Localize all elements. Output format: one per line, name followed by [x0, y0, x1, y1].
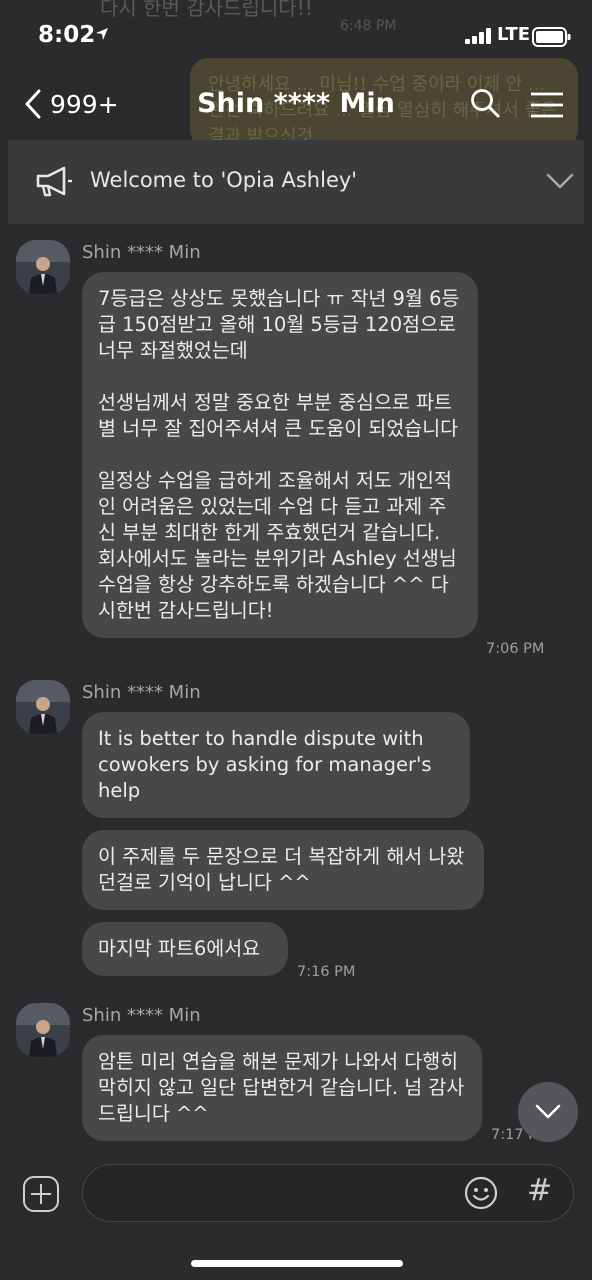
signal-icon	[465, 28, 493, 48]
location-arrow-icon	[95, 26, 109, 45]
message-paragraph: 일정상 수업을 급하게 조율해서 저도 개인적인 어려움은 있었는데 수업 다 …	[98, 469, 457, 622]
message-bubble[interactable]: 암튼 미리 연습을 해본 문제가 나와서 다행히 막히지 않고 일단 답변한거 …	[82, 1035, 482, 1141]
home-indicator	[191, 1260, 403, 1267]
sender-name: Shin **** Min	[82, 682, 201, 703]
message-bubble[interactable]: 이 주제를 두 문장으로 더 복잡하게 해서 나왔던걸로 기억이 납니다 ^^	[82, 830, 484, 910]
notice-banner[interactable]: Welcome to 'Opia Ashley'	[8, 140, 584, 224]
scroll-down-icon	[535, 1104, 561, 1119]
status-time: 8:02	[38, 22, 96, 48]
network-label: LTE	[497, 24, 531, 45]
hash-icon[interactable]: #	[527, 1173, 552, 1208]
message-bubble[interactable]: It is better to handle dispute with cowo…	[82, 712, 470, 818]
sender-name: Shin **** Min	[82, 242, 201, 263]
message-paragraph: 선생님께서 정말 중요한 부분 중심으로 파트별 너무 잘 집어주셔셔 큰 도움…	[98, 391, 459, 440]
message-input[interactable]: #	[82, 1164, 574, 1222]
avatar[interactable]	[16, 1003, 70, 1057]
message-time: 7:16 PM	[297, 964, 356, 980]
avatar[interactable]	[16, 680, 70, 734]
status-bar: 8:02 LTE	[0, 0, 592, 72]
message-bubble[interactable]: 7등급은 상상도 못했습니다 ㅠ 작년 9월 6등급 150점받고 올해 10월…	[82, 272, 478, 638]
chevron-down-icon[interactable]	[546, 173, 574, 193]
menu-icon[interactable]	[530, 92, 564, 122]
chat-header: 999+ Shin **** Min	[0, 72, 592, 136]
search-icon[interactable]	[470, 88, 500, 122]
emoji-icon[interactable]	[463, 1175, 499, 1215]
notice-text: Welcome to 'Opia Ashley'	[90, 168, 358, 192]
sender-name: Shin **** Min	[82, 1005, 201, 1026]
battery-icon	[532, 27, 572, 51]
input-bar: #	[0, 1158, 592, 1280]
avatar[interactable]	[16, 240, 70, 294]
megaphone-icon	[34, 166, 74, 202]
chat-title: Shin **** Min	[197, 88, 395, 119]
plus-icon[interactable]	[22, 1175, 60, 1217]
message-paragraph: 7등급은 상상도 못했습니다 ㅠ 작년 9월 6등급 150점받고 올해 10월…	[98, 287, 460, 362]
message-bubble[interactable]: 마지막 파트6에서요	[82, 922, 288, 976]
message-time: 7:06 PM	[486, 641, 545, 657]
scroll-down-button[interactable]	[518, 1082, 578, 1142]
